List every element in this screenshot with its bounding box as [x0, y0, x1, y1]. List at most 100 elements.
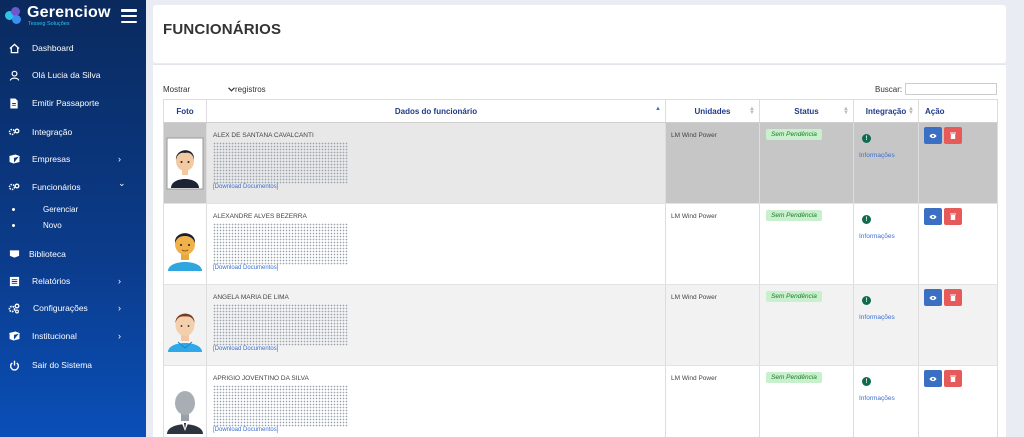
- table-row[interactable]: ALEXANDRE ALVES BEZERRA [Download Docume…: [163, 203, 998, 285]
- alert-icon: !: [862, 134, 871, 143]
- column-header-dados[interactable]: Dados do funcionário ▲: [206, 99, 666, 123]
- brand-subtitle: Tesseg Soluções: [28, 20, 70, 27]
- column-header-unidades[interactable]: Unidades ▲ ▼: [665, 99, 760, 123]
- employee-details-redacted: [213, 142, 348, 184]
- sidebar-item-label: Relatórios: [32, 276, 71, 286]
- integration-cell: ! Informações: [853, 203, 919, 285]
- download-documents-link[interactable]: [Download Documentos]: [213, 184, 278, 190]
- action-cell: [918, 203, 998, 285]
- integration-info-link[interactable]: Informações: [859, 395, 895, 402]
- employee-name: ANGELA MARIA DE LIMA: [213, 294, 289, 301]
- sidebar-item-integracao[interactable]: Integração: [0, 122, 146, 142]
- sidebar-item-label: Dashboard: [32, 43, 74, 53]
- sidebar-item-label: Institucional: [32, 331, 77, 341]
- column-header-integracao[interactable]: Integração ▲ ▼: [853, 99, 919, 123]
- delete-button[interactable]: [944, 370, 962, 387]
- length-label: Mostrar: [163, 85, 191, 94]
- column-header-acao: Ação: [918, 99, 998, 123]
- alert-icon: !: [862, 215, 871, 224]
- chevron-right-icon: ›: [118, 154, 121, 164]
- integration-info-link[interactable]: Informações: [859, 233, 895, 240]
- eye-icon: [929, 376, 937, 381]
- table-row[interactable]: ALEX DE SANTANA CAVALCANTI [Download Doc…: [163, 122, 998, 204]
- sidebar-item-dashboard[interactable]: Dashboard: [0, 38, 146, 58]
- integration-cell: ! Informações: [853, 122, 919, 204]
- download-documents-link[interactable]: [Download Documentos]: [213, 346, 278, 352]
- sidebar-item-configuracoes[interactable]: Configurações ›: [0, 298, 146, 318]
- photo-cell: [163, 365, 207, 437]
- sidebar-item-empresas[interactable]: Empresas ›: [0, 149, 146, 169]
- book-icon: [8, 153, 20, 165]
- brand-name: Gerenciow: [27, 3, 111, 21]
- sidebar-item-profile[interactable]: Olá Lucia da Silva: [0, 65, 146, 85]
- sort-icon: ▲ ▼: [749, 106, 755, 116]
- sidebar-item-biblioteca[interactable]: Biblioteca: [0, 244, 146, 264]
- chevron-right-icon: ›: [118, 303, 121, 313]
- employee-data-cell: ANGELA MARIA DE LIMA [Download Documento…: [206, 284, 666, 366]
- employee-details-redacted: [213, 385, 348, 427]
- photo-cell: [163, 284, 207, 366]
- page-title: FUNCIONÁRIOS: [163, 21, 282, 38]
- status-badge: Sem Pendência: [766, 291, 822, 302]
- sidebar-item-label: Empresas: [32, 154, 71, 164]
- delete-button[interactable]: [944, 289, 962, 306]
- cogs-icon: [8, 181, 20, 193]
- sidebar-item-funcionarios[interactable]: Funcionários ⌄: [0, 177, 146, 197]
- download-documents-link[interactable]: [Download Documentos]: [213, 427, 278, 433]
- avatar: [168, 313, 202, 352]
- menu-toggle-icon[interactable]: [121, 9, 137, 23]
- bullet-icon: [12, 223, 15, 227]
- settings-icon: [8, 302, 20, 314]
- alert-icon: !: [862, 296, 871, 305]
- download-documents-link[interactable]: [Download Documentos]: [213, 265, 278, 271]
- photo-cell: [163, 122, 207, 204]
- sidebar-item-label: Biblioteca: [29, 249, 66, 259]
- table-row[interactable]: APRIGIO JOVENTINO DA SILVA [Download Doc…: [163, 365, 998, 437]
- book-icon: [8, 330, 20, 342]
- chevron-right-icon: ›: [118, 276, 121, 286]
- sidebar-subitem-gerenciar[interactable]: Gerenciar: [0, 202, 146, 216]
- search-input[interactable]: [905, 83, 997, 95]
- table-row[interactable]: ANGELA MARIA DE LIMA [Download Documento…: [163, 284, 998, 366]
- book-icon: [8, 248, 20, 260]
- view-button[interactable]: [924, 127, 942, 144]
- employee-details-redacted: [213, 223, 348, 265]
- sidebar-item-label: Olá Lucia da Silva: [32, 70, 101, 80]
- user-icon: [8, 69, 20, 81]
- eye-icon: [929, 295, 937, 300]
- status-cell: Sem Pendência: [759, 203, 854, 285]
- file-icon: [8, 97, 20, 109]
- action-cell: [918, 284, 998, 366]
- employee-data-cell: ALEXANDRE ALVES BEZERRA [Download Docume…: [206, 203, 666, 285]
- view-button[interactable]: [924, 289, 942, 306]
- sidebar-subitem-label: Gerenciar: [43, 204, 79, 214]
- sidebar-item-emitir-passaporte[interactable]: Emitir Passaporte: [0, 93, 146, 113]
- sort-icon: ▲ ▼: [843, 106, 849, 116]
- sidebar-item-relatorios[interactable]: Relatórios ›: [0, 271, 146, 291]
- list-icon: [8, 275, 20, 287]
- delete-button[interactable]: [944, 127, 962, 144]
- column-header-foto[interactable]: Foto: [163, 99, 207, 123]
- view-button[interactable]: [924, 370, 942, 387]
- view-button[interactable]: [924, 208, 942, 225]
- brand: Gerenciow Tesseg Soluções: [0, 0, 146, 32]
- column-header-status[interactable]: Status ▲ ▼: [759, 99, 854, 123]
- chevron-down-icon: ⌄: [118, 178, 126, 188]
- page-length-select[interactable]: [215, 83, 235, 95]
- integration-cell: ! Informações: [853, 365, 919, 437]
- status-cell: Sem Pendência: [759, 122, 854, 204]
- employee-details-redacted: [213, 304, 348, 346]
- trash-icon: [950, 294, 956, 301]
- employees-panel: Mostrar registros Buscar: Foto Dados do …: [153, 64, 1006, 437]
- sidebar-item-institucional[interactable]: Institucional ›: [0, 326, 146, 346]
- avatar: [167, 391, 203, 434]
- bullet-icon: [12, 207, 15, 211]
- status-cell: Sem Pendência: [759, 365, 854, 437]
- delete-button[interactable]: [944, 208, 962, 225]
- trash-icon: [950, 132, 956, 139]
- integration-info-link[interactable]: Informações: [859, 152, 895, 159]
- sidebar-subitem-novo[interactable]: Novo: [0, 218, 146, 232]
- integration-info-link[interactable]: Informações: [859, 314, 895, 321]
- unit-cell: LM Wind Power: [665, 284, 760, 366]
- sidebar-item-sair[interactable]: Sair do Sistema: [0, 355, 146, 375]
